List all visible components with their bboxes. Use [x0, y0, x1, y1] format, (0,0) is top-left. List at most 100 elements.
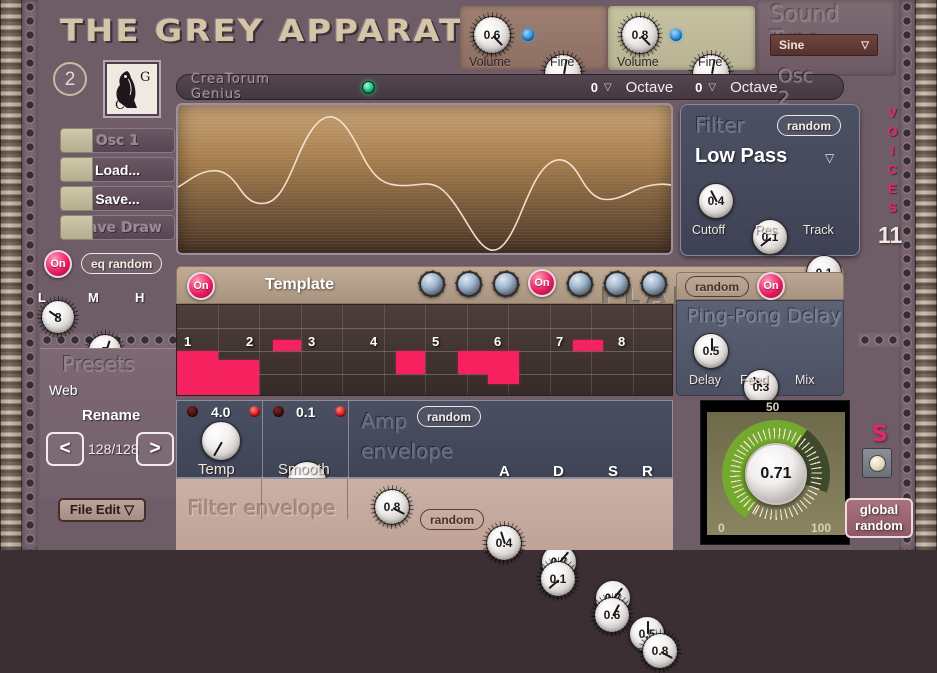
- voices-count[interactable]: 11: [878, 222, 902, 249]
- osc1-button-tab: [60, 128, 93, 153]
- flanger-knob-4[interactable]: [567, 271, 593, 297]
- delay-feedback-label: Feed: [740, 373, 769, 387]
- master-knob-face: 0.71: [707, 411, 845, 536]
- waveform-path: [178, 116, 671, 252]
- filter-envelope-decay-knob[interactable]: 0.1: [536, 557, 580, 601]
- eq-random-button[interactable]: eq random: [81, 253, 163, 274]
- filter-type-value: Low Pass: [695, 145, 788, 167]
- seq-step-bar[interactable]: [458, 351, 488, 374]
- seq-vline: [467, 305, 468, 395]
- seq-step-bar[interactable]: [177, 351, 218, 395]
- preset-prev-icon: <: [59, 438, 71, 459]
- delay-random-button[interactable]: random: [685, 276, 750, 297]
- seq-step-bar[interactable]: [573, 340, 603, 351]
- seq-step-bar[interactable]: [218, 360, 259, 395]
- presets-web-label[interactable]: Web: [49, 382, 78, 398]
- osc1-octave-chevron-down-icon[interactable]: ▽: [604, 82, 612, 93]
- preset-counter: 128/128: [88, 441, 139, 457]
- eq-low-knob[interactable]: 8: [37, 296, 79, 338]
- temp-sync-led-off[interactable]: [187, 406, 198, 417]
- amp-release-pointer: [647, 621, 649, 634]
- filter-envelope-amount-knob[interactable]: 0.8: [370, 485, 414, 529]
- filter-envelope-random-button[interactable]: random: [420, 509, 485, 530]
- step-sequencer-grid[interactable]: 1 2 3 4 5 6 7 8: [176, 304, 673, 396]
- delay-time-pointer: [711, 338, 713, 351]
- global-random-button[interactable]: global random: [845, 498, 913, 538]
- temp-sync-led-on[interactable]: [249, 406, 260, 417]
- filter-type-select[interactable]: Low Pass: [695, 145, 787, 168]
- seq-step-number: 4: [370, 334, 378, 349]
- filter-cutoff-knob[interactable]: 0.4: [698, 183, 734, 219]
- flanger-knob-3[interactable]: [493, 271, 519, 297]
- load-button-tab: [60, 157, 93, 182]
- delay-time-knob[interactable]: 0.5: [693, 333, 729, 369]
- filter-envelope-sustain-knob[interactable]: 0.6: [590, 593, 634, 637]
- plugin-window: THE GREY APPARATUS 2 G C 0.6 Volume Fine: [0, 0, 937, 673]
- delay-on-toggle[interactable]: On: [757, 272, 785, 300]
- patch-name[interactable]: CreaTorum Genius: [191, 72, 306, 102]
- osc2-sync-led[interactable]: [670, 29, 682, 41]
- master-knob-panel: 0.71 50 0 100: [700, 400, 850, 545]
- voices-label: VOICES: [885, 105, 900, 219]
- delay-time-label: Delay: [689, 373, 721, 387]
- osc2-fine-label: Fine: [698, 55, 723, 69]
- waveform-display[interactable]: [176, 103, 673, 255]
- smooth-sync-led-on[interactable]: [335, 406, 346, 417]
- eq-on-label: On: [50, 258, 66, 270]
- delay-header: random On: [676, 272, 844, 300]
- sound-type-value: Sine: [779, 38, 805, 52]
- eq-random-label: eq random: [91, 256, 153, 271]
- seq-step-bar[interactable]: [396, 351, 425, 374]
- preset-next-button[interactable]: >: [136, 432, 174, 466]
- wave-draw-button[interactable]: Wave Draw: [60, 215, 175, 240]
- save-button[interactable]: Save...: [60, 186, 175, 211]
- sound-type-select[interactable]: Sine ▽: [770, 34, 878, 56]
- filter-type-chevron-down-icon[interactable]: ▽: [825, 151, 834, 165]
- filter-envelope-title: Filter envelope: [188, 496, 336, 520]
- osc1-octave-value[interactable]: 0: [591, 80, 598, 95]
- osc1-volume-knob[interactable]: 0.6: [469, 12, 515, 58]
- save-button-tab: [60, 186, 93, 211]
- temp-value: 4.0: [211, 404, 231, 420]
- flanger-knob-1[interactable]: [419, 271, 445, 297]
- amp-envelope-random-button[interactable]: random: [417, 406, 482, 427]
- presets-rename-button[interactable]: Rename: [82, 407, 140, 424]
- delay-on-label: On: [763, 280, 779, 292]
- flanger-knob-6[interactable]: [641, 271, 667, 297]
- flanger-knob-5[interactable]: [604, 271, 630, 297]
- osc2-octave-chevron-down-icon[interactable]: ▽: [708, 82, 716, 93]
- page-title: THE GREY APPARATUS: [60, 14, 521, 49]
- seq-vline: [384, 305, 385, 395]
- load-button[interactable]: Load...: [60, 157, 175, 182]
- seq-vline: [425, 305, 426, 395]
- master-knob-value: 0.71: [760, 464, 792, 482]
- sidebar-item-osc1[interactable]: Osc 1: [60, 128, 175, 153]
- eq-high-label: H: [135, 290, 145, 305]
- osc1-sync-led[interactable]: [522, 29, 534, 41]
- osc2-tag[interactable]: Osc 2: [778, 65, 823, 109]
- preset-prev-button[interactable]: <: [46, 432, 84, 466]
- brand-logo: G C: [103, 60, 161, 118]
- osc1-panel: 0.6 Volume Fine: [460, 6, 607, 96]
- temp-knob[interactable]: [201, 421, 241, 461]
- osc2-panel: 0.8 Volume Fine: [608, 6, 755, 96]
- s-toggle-button[interactable]: [862, 448, 892, 478]
- flanger-knob-2[interactable]: [456, 271, 482, 297]
- template-label[interactable]: Template: [265, 276, 334, 294]
- seq-step-bar[interactable]: [273, 340, 301, 351]
- seq-step-bar[interactable]: [488, 351, 519, 384]
- filter-envelope-attack-knob[interactable]: 0.4: [482, 521, 526, 565]
- osc2-octave-value[interactable]: 0: [695, 80, 702, 95]
- seq-step-number: 6: [494, 334, 502, 349]
- flanger-on-label: On: [534, 277, 550, 289]
- master-knob[interactable]: 0.71: [745, 442, 807, 505]
- osc2-volume-knob[interactable]: 0.8: [617, 12, 663, 58]
- filter-envelope-release-knob[interactable]: 0.8: [638, 629, 682, 673]
- smooth-sync-led-off[interactable]: [273, 406, 284, 417]
- flanger-on-toggle[interactable]: On: [528, 269, 556, 297]
- sequencer-on-toggle[interactable]: On: [187, 272, 215, 300]
- filter-random-button[interactable]: random: [777, 115, 842, 136]
- file-edit-dropdown[interactable]: File Edit ▽: [58, 498, 146, 522]
- eq-on-toggle[interactable]: On: [44, 250, 72, 278]
- lfo-divider-1: [262, 401, 263, 479]
